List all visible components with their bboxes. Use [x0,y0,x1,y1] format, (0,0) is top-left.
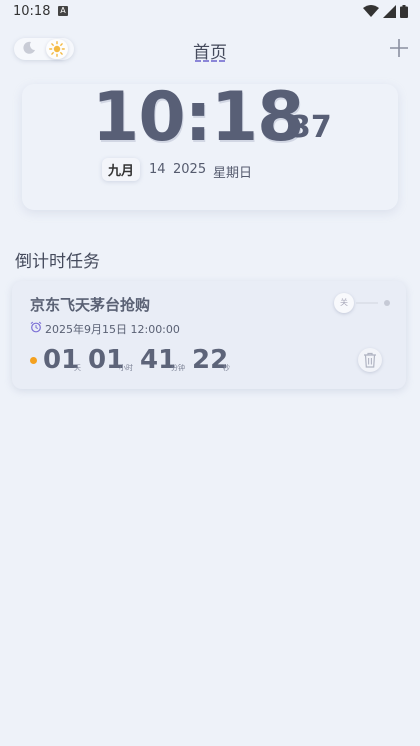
countdown-status-dot [30,357,37,364]
date-weekday: 星期日 [213,166,253,181]
alarm-clock-icon [30,321,42,333]
task-card[interactable]: 京东飞天茅台抢购 2025年9月15日 12:00:00 关 01 天 01 小… [12,281,406,389]
trash-icon [364,352,376,368]
countdown-hours-unit: 小时 [119,364,133,372]
add-button[interactable] [388,37,410,59]
countdown-seconds-unit: 秒 [223,364,230,372]
delete-task-button[interactable] [358,348,382,372]
clock-hours-minutes: 10:18 [92,78,304,157]
signal-icon [383,5,396,18]
task-datetime: 2025年9月15日 12:00:00 [45,323,180,336]
date-month: 九月 [102,158,141,181]
notification-a-icon: A [58,6,68,16]
wifi-icon [363,5,379,17]
clock-card: 10:18 37 九月 14 2025 星期日 [22,78,398,210]
task-toggle-track [356,302,378,304]
status-bar: 10:18 A [0,0,420,24]
countdown-minutes-unit: 分钟 [171,364,185,372]
task-toggle-dot [384,300,390,306]
countdown-section-title: 倒计时任务 [15,252,100,272]
task-toggle-knob: 关 [334,293,354,313]
clock-seconds: 37 [290,110,332,145]
status-time: 10:18 [13,4,51,19]
countdown-days-unit: 天 [74,364,81,372]
battery-icon [400,5,408,18]
page-title-underline [195,60,225,62]
date-year: 2025 [173,162,207,177]
task-toggle[interactable]: 关 [334,293,392,313]
status-icons [363,5,408,18]
date-day: 14 [149,162,166,177]
plus-icon [390,39,408,57]
task-title: 京东飞天茅台抢购 [30,296,151,314]
